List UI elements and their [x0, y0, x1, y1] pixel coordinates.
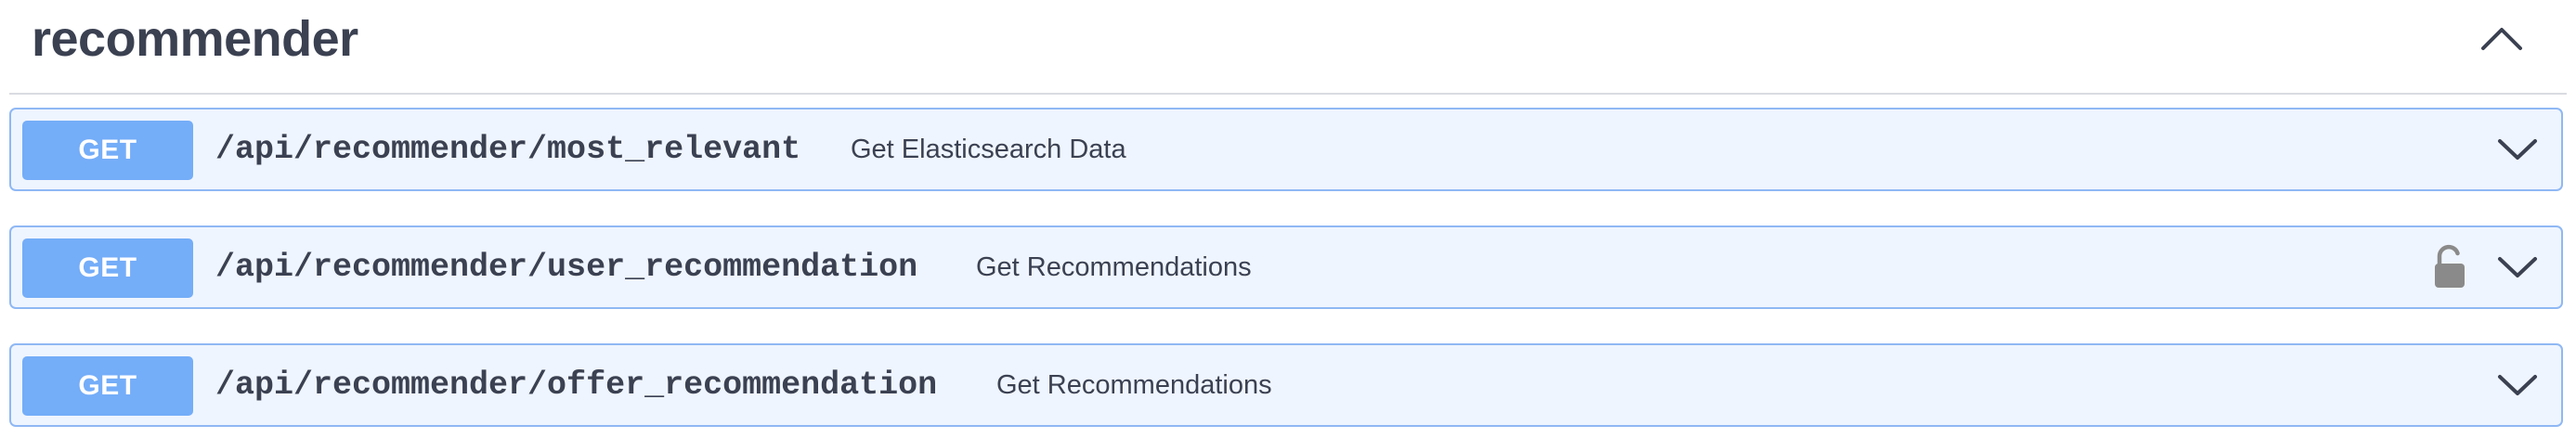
operation-summary: Get Recommendations [976, 252, 1252, 282]
chevron-down-icon [2498, 139, 2537, 160]
api-tag-section: recommender GET /api/recommender/most_re… [0, 0, 2576, 438]
collapse-section-button[interactable] [2474, 17, 2530, 58]
expand-operation-button[interactable] [2494, 130, 2541, 169]
section-header[interactable]: recommender [9, 0, 2567, 95]
operation-path: /api/recommender/most_relevant [215, 131, 801, 168]
expand-operation-button[interactable] [2494, 366, 2541, 405]
section-title: recommender [32, 11, 358, 67]
operation-path: /api/recommender/user_recommendation [215, 249, 918, 286]
operation-path: /api/recommender/offer_recommendation [215, 367, 938, 404]
chevron-down-icon [2498, 257, 2537, 277]
operation-summary: Get Elasticsearch Data [851, 135, 1126, 164]
operation-user-recommendation[interactable]: GET /api/recommender/user_recommendation… [9, 225, 2563, 309]
operation-most-relevant[interactable]: GET /api/recommender/most_relevant Get E… [9, 108, 2563, 191]
chevron-down-icon [2498, 375, 2537, 395]
expand-operation-button[interactable] [2494, 248, 2541, 287]
chevron-up-icon [2481, 28, 2522, 50]
operation-summary: Get Recommendations [996, 370, 1272, 400]
method-badge-get: GET [22, 356, 193, 416]
operation-offer-recommendation[interactable]: GET /api/recommender/offer_recommendatio… [9, 343, 2563, 427]
authorize-button[interactable] [2429, 244, 2470, 290]
unlocked-padlock-icon [2435, 244, 2465, 288]
method-badge-get: GET [22, 238, 193, 298]
method-badge-get: GET [22, 121, 193, 180]
